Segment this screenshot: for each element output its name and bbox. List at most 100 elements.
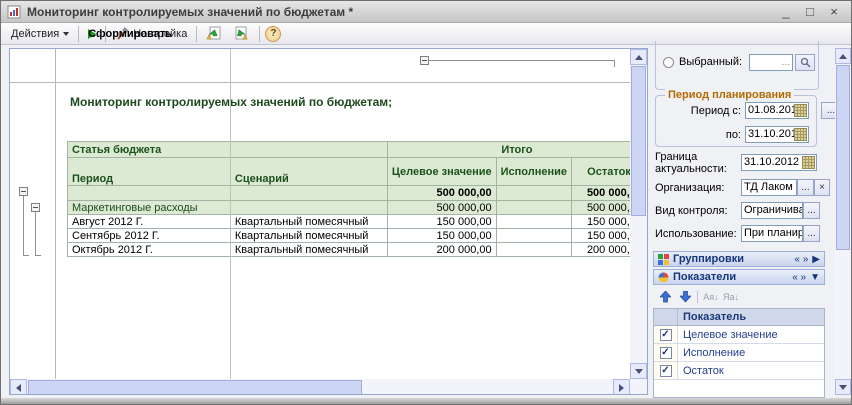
panel-scroll-up-button[interactable]	[835, 48, 851, 64]
indicators-table-header: Показатель	[654, 309, 824, 326]
total-empty-cell[interactable]	[68, 186, 388, 201]
sort-asc-icon: Ая↓	[703, 292, 718, 302]
col-header-scenario[interactable]: Сценарий	[230, 158, 387, 186]
total-execution-cell[interactable]	[496, 186, 571, 201]
ellipsis-label: ...	[807, 205, 815, 216]
calendar-icon[interactable]	[794, 128, 807, 141]
column-group-tick	[614, 60, 615, 67]
col-header-total[interactable]: Итого	[387, 142, 646, 158]
calendar-icon[interactable]	[802, 156, 815, 169]
move-up-button[interactable]	[657, 289, 673, 305]
organization-clear-button[interactable]: ×	[814, 179, 830, 196]
group-label-cell[interactable]: Маркетинговые расходы	[68, 201, 388, 215]
column-group-collapse-box[interactable]	[420, 56, 429, 65]
col-header-execution[interactable]: Исполнение	[496, 158, 571, 186]
checkbox[interactable]: ✓	[660, 365, 672, 377]
target-cell[interactable]: 150 000,00	[387, 215, 496, 229]
close-button[interactable]: ×	[827, 5, 841, 19]
scroll-left-button[interactable]	[10, 379, 27, 395]
row-group-tick	[35, 255, 41, 256]
indicators-title: Показатели	[673, 271, 788, 283]
title-bar: Мониторинг контролируемых значений по бю…	[1, 1, 851, 23]
sort-ascending-button[interactable]: Ая↓	[703, 289, 719, 305]
group-target-cell[interactable]: 500 000,00	[387, 201, 496, 215]
scenario-cell[interactable]: Квартальный помесячный	[230, 215, 387, 229]
panel-scroll-down-button[interactable]	[835, 379, 851, 395]
vscroll-thumb[interactable]	[631, 66, 646, 216]
group-execution-cell[interactable]	[496, 201, 571, 215]
ellipsis-label: ...	[827, 105, 835, 116]
groupings-section-bar[interactable]: Группировки « » ▶	[653, 251, 825, 267]
move-down-button[interactable]	[677, 289, 693, 305]
indicator-label[interactable]: Исполнение	[678, 344, 824, 361]
panel-vscroll-thumb[interactable]	[836, 65, 850, 250]
selected-value-field[interactable]: ...	[749, 54, 793, 71]
choose-dots[interactable]: ...	[782, 56, 790, 69]
row-group-collapse-box[interactable]	[31, 203, 40, 212]
target-cell[interactable]: 200 000,00	[387, 243, 496, 257]
save-values-button[interactable]	[228, 24, 256, 43]
scroll-up-button[interactable]	[630, 49, 647, 65]
organization-choose-button[interactable]: ...	[797, 179, 814, 196]
list-item[interactable]: ✓ Исполнение	[654, 344, 824, 362]
generate-button[interactable]: Сформировать	[82, 27, 102, 41]
hscroll-thumb[interactable]	[28, 380, 362, 395]
scroll-down-button[interactable]	[630, 363, 647, 379]
window-bottom-frame	[1, 398, 851, 404]
search-button[interactable]	[795, 54, 815, 71]
maximize-button[interactable]: □	[803, 5, 817, 19]
indicator-label[interactable]: Целевое значение	[678, 326, 824, 343]
indicators-section-bar[interactable]: Показатели « » ▼	[653, 269, 825, 285]
column-header-separator	[10, 82, 630, 83]
period-from-field[interactable]: 01.08.2012	[745, 102, 809, 119]
restore-values-button[interactable]	[200, 24, 228, 43]
usage-field[interactable]: При планиров	[741, 225, 803, 242]
help-glyph: ?	[270, 28, 276, 39]
expand-down-icon[interactable]: ▼	[810, 272, 820, 283]
control-kind-choose-button[interactable]: ...	[803, 202, 820, 219]
col-header-target[interactable]: Целевое значение	[387, 158, 496, 186]
arrow-up-icon	[660, 291, 671, 303]
actions-button[interactable]: Действия	[5, 26, 75, 42]
organization-field[interactable]: ТД Лаком	[741, 179, 797, 196]
col-header-article[interactable]: Статья бюджета	[68, 142, 388, 158]
control-kind-field[interactable]: Ограничиваю	[741, 202, 803, 219]
list-item[interactable]: ✓ Целевое значение	[654, 326, 824, 344]
actuality-value: 31.10.2012 0	[744, 156, 808, 168]
execution-cell[interactable]	[496, 229, 571, 243]
period-cell[interactable]: Август 2012 Г.	[68, 215, 231, 229]
col-header-period[interactable]: Период	[68, 158, 231, 186]
minimize-button[interactable]: _	[779, 5, 793, 19]
chevrons-buttons[interactable]: « »	[794, 254, 808, 265]
scenario-cell[interactable]: Квартальный помесячный	[230, 243, 387, 257]
chevrons-buttons[interactable]: « »	[792, 272, 806, 283]
usage-value: При планиров	[744, 227, 803, 239]
execution-cell[interactable]	[496, 243, 571, 257]
actuality-label: Граница актуальности:	[655, 151, 737, 175]
scroll-right-button[interactable]	[613, 379, 630, 395]
target-cell[interactable]: 150 000,00	[387, 229, 496, 243]
list-item[interactable]: ✓ Остаток	[654, 362, 824, 380]
usage-choose-button[interactable]: ...	[803, 225, 820, 242]
row-group-line	[35, 212, 36, 256]
indicators-table: Показатель ✓ Целевое значение ✓ Исполнен…	[653, 308, 825, 398]
calendar-icon[interactable]	[794, 104, 807, 117]
selected-radio[interactable]	[663, 57, 674, 68]
scenario-cell[interactable]: Квартальный помесячный	[230, 229, 387, 243]
row-group-collapse-box[interactable]	[19, 187, 28, 196]
sort-descending-button[interactable]: Яа↓	[723, 289, 739, 305]
checkbox[interactable]: ✓	[660, 347, 672, 359]
total-target-cell[interactable]: 500 000,00	[387, 186, 496, 201]
actuality-field[interactable]: 31.10.2012 0	[741, 154, 817, 171]
execution-cell[interactable]	[496, 215, 571, 229]
arrow-left-icon	[16, 384, 21, 392]
period-cell[interactable]: Сентябрь 2012 Г.	[68, 229, 231, 243]
usage-label: Использование:	[655, 228, 737, 240]
help-button[interactable]: ?	[265, 26, 281, 42]
checkbox[interactable]: ✓	[660, 329, 672, 341]
period-cell[interactable]: Октябрь 2012 Г.	[68, 243, 231, 257]
expand-right-icon[interactable]: ▶	[812, 254, 820, 265]
indicator-label[interactable]: Остаток	[678, 362, 824, 379]
table-header-row: Период Сценарий Целевое значение Исполне…	[68, 158, 647, 186]
period-to-field[interactable]: 31.10.2012	[745, 126, 809, 143]
